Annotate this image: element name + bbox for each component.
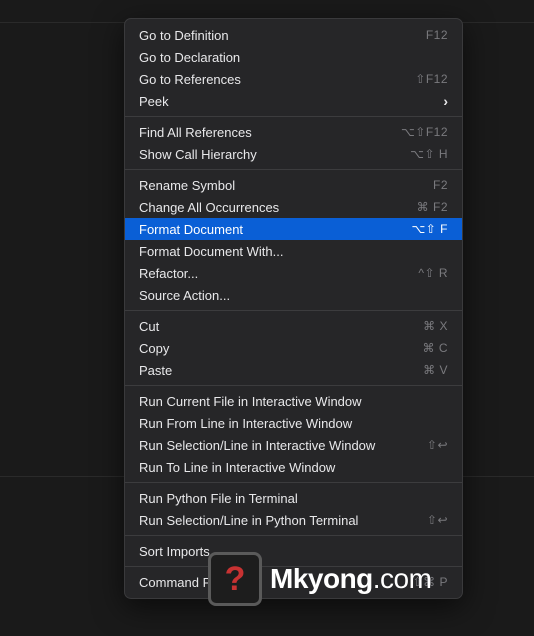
menu-item-label: Go to References	[139, 72, 241, 87]
menu-item-label: Find All References	[139, 125, 252, 140]
menu-item-shortcut: F2	[433, 178, 448, 192]
menu-item-shortcut: ^⇧ R	[418, 266, 448, 280]
menu-item-run-from-line-interactive[interactable]: Run From Line in Interactive Window	[125, 412, 462, 434]
menu-separator	[125, 169, 462, 170]
menu-item-format-document[interactable]: Format Document ⌥⇧ F	[125, 218, 462, 240]
menu-item-show-call-hierarchy[interactable]: Show Call Hierarchy ⌥⇧ H	[125, 143, 462, 165]
menu-item-shortcut: ⇧↩	[427, 513, 448, 527]
menu-separator	[125, 535, 462, 536]
menu-item-label: Copy	[139, 341, 169, 356]
menu-item-label: Format Document With...	[139, 244, 283, 259]
menu-separator	[125, 116, 462, 117]
logo-symbol: ?	[225, 560, 246, 599]
watermark-logo: ? Mkyong.com	[208, 552, 431, 606]
menu-separator	[125, 482, 462, 483]
menu-item-paste[interactable]: Paste ⌘ V	[125, 359, 462, 381]
menu-item-run-current-file-interactive[interactable]: Run Current File in Interactive Window	[125, 390, 462, 412]
menu-item-shortcut: ⇧F12	[415, 72, 448, 86]
menu-item-label: Run Python File in Terminal	[139, 491, 298, 506]
menu-item-run-python-file-terminal[interactable]: Run Python File in Terminal	[125, 487, 462, 509]
context-menu: Go to Definition F12 Go to Declaration Go t…	[124, 18, 463, 599]
menu-item-go-to-definition[interactable]: Go to Definition F12	[125, 24, 462, 46]
menu-item-label: Peek	[139, 94, 169, 109]
menu-item-label: Cut	[139, 319, 159, 334]
menu-item-shortcut: ⌘ V	[423, 363, 448, 377]
menu-item-change-all-occurrences[interactable]: Change All Occurrences ⌘ F2	[125, 196, 462, 218]
menu-separator	[125, 310, 462, 311]
menu-item-run-selection-interactive[interactable]: Run Selection/Line in Interactive Window…	[125, 434, 462, 456]
menu-item-label: Rename Symbol	[139, 178, 235, 193]
logo-icon: ?	[208, 552, 262, 606]
menu-item-shortcut: ⌘ X	[423, 319, 448, 333]
menu-item-shortcut: ⇧↩	[427, 438, 448, 452]
menu-item-label: Run To Line in Interactive Window	[139, 460, 335, 475]
menu-item-refactor[interactable]: Refactor... ^⇧ R	[125, 262, 462, 284]
menu-item-label: Sort Imports	[139, 544, 210, 559]
chevron-right-icon: ›	[443, 93, 448, 109]
menu-item-label: Run Selection/Line in Python Terminal	[139, 513, 358, 528]
menu-item-shortcut: ⌥⇧ F	[411, 222, 448, 236]
menu-item-shortcut: ⌘ C	[423, 341, 449, 355]
menu-item-label: Run Current File in Interactive Window	[139, 394, 362, 409]
menu-item-run-to-line-interactive[interactable]: Run To Line in Interactive Window	[125, 456, 462, 478]
menu-item-shortcut: ⌘ F2	[417, 200, 448, 214]
menu-item-cut[interactable]: Cut ⌘ X	[125, 315, 462, 337]
menu-item-label: Format Document	[139, 222, 243, 237]
menu-item-copy[interactable]: Copy ⌘ C	[125, 337, 462, 359]
menu-item-shortcut: F12	[426, 28, 448, 42]
menu-item-label: Go to Definition	[139, 28, 229, 43]
menu-separator	[125, 385, 462, 386]
menu-item-label: Change All Occurrences	[139, 200, 279, 215]
menu-item-find-all-references[interactable]: Find All References ⌥⇧F12	[125, 121, 462, 143]
menu-item-label: Source Action...	[139, 288, 230, 303]
menu-item-go-to-declaration[interactable]: Go to Declaration	[125, 46, 462, 68]
menu-item-label: Go to Declaration	[139, 50, 240, 65]
menu-item-label: Paste	[139, 363, 172, 378]
logo-text: Mkyong.com	[270, 563, 431, 595]
menu-item-rename-symbol[interactable]: Rename Symbol F2	[125, 174, 462, 196]
menu-item-shortcut: ⌥⇧ H	[410, 147, 448, 161]
menu-item-run-selection-python-terminal[interactable]: Run Selection/Line in Python Terminal ⇧↩	[125, 509, 462, 531]
menu-item-shortcut: ⌥⇧F12	[401, 125, 448, 139]
menu-item-source-action[interactable]: Source Action...	[125, 284, 462, 306]
menu-item-go-to-references[interactable]: Go to References ⇧F12	[125, 68, 462, 90]
menu-item-label: Show Call Hierarchy	[139, 147, 257, 162]
menu-item-peek[interactable]: Peek ›	[125, 90, 462, 112]
menu-item-label: Run From Line in Interactive Window	[139, 416, 352, 431]
menu-item-label: Refactor...	[139, 266, 198, 281]
menu-item-label: Run Selection/Line in Interactive Window	[139, 438, 375, 453]
menu-item-format-document-with[interactable]: Format Document With...	[125, 240, 462, 262]
